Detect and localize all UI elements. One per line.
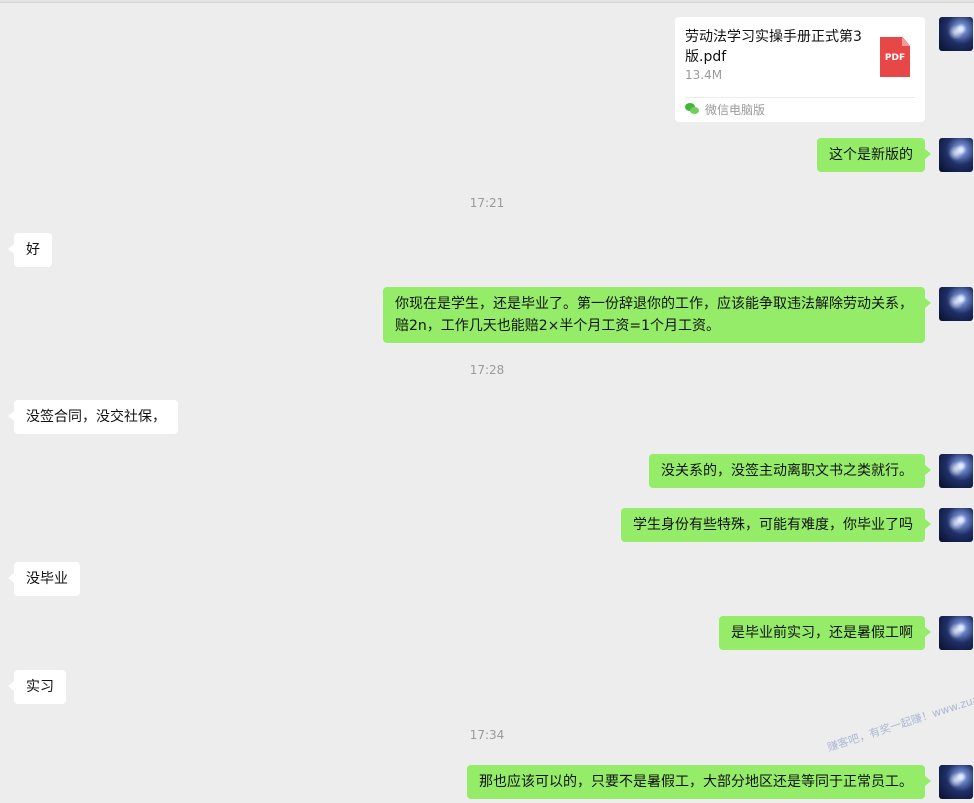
pdf-type-label: PDF	[884, 53, 906, 63]
message-bubble-out[interactable]: 是毕业前实习，还是暑假工啊	[719, 616, 931, 650]
file-card-divider	[685, 97, 915, 98]
self-avatar[interactable]	[939, 138, 973, 172]
self-avatar[interactable]	[939, 765, 973, 799]
file-size: 13.4M	[685, 68, 723, 82]
message-bubble-in[interactable]: 好	[8, 233, 52, 267]
top-divider	[0, 0, 974, 3]
message-bubble-out[interactable]: 没关系的，没签主动离职文书之类就行。	[649, 454, 931, 488]
message-bubble-out[interactable]: 学生身份有些特殊，可能有难度，你毕业了吗	[621, 508, 931, 542]
file-source: 微信电脑版	[705, 103, 766, 117]
self-avatar[interactable]	[939, 287, 973, 321]
message-bubble-out[interactable]: 这个是新版的	[817, 138, 931, 172]
message-bubble-in[interactable]: 实习	[8, 670, 66, 704]
self-avatar[interactable]	[939, 454, 973, 488]
file-name: 劳动法学习实操手册正式第3版.pdf	[685, 29, 862, 65]
message-bubble-out[interactable]: 你现在是学生，还是毕业了。第一份辞退你的工作，应该能争取违法解除劳动关系，赔2n…	[383, 287, 931, 343]
watermark: 赚客吧，有奖一起赚！www.zuanke8.com	[825, 676, 974, 755]
wechat-icon	[685, 103, 699, 115]
timestamp: 17:28	[469, 363, 505, 377]
message-bubble-in[interactable]: 没毕业	[8, 562, 80, 596]
self-avatar[interactable]	[939, 616, 973, 650]
message-bubble-in[interactable]: 没签合同，没交社保，	[8, 400, 178, 434]
self-avatar[interactable]	[939, 508, 973, 542]
file-message-card[interactable]: 劳动法学习实操手册正式第3版.pdf 13.4M PDF 微信电脑版	[675, 17, 925, 122]
message-bubble-out[interactable]: 那也应该可以的，只要不是暑假工，大部分地区还是等同于正常员工。	[467, 765, 931, 799]
self-avatar[interactable]	[939, 17, 973, 51]
timestamp: 17:21	[469, 196, 505, 210]
